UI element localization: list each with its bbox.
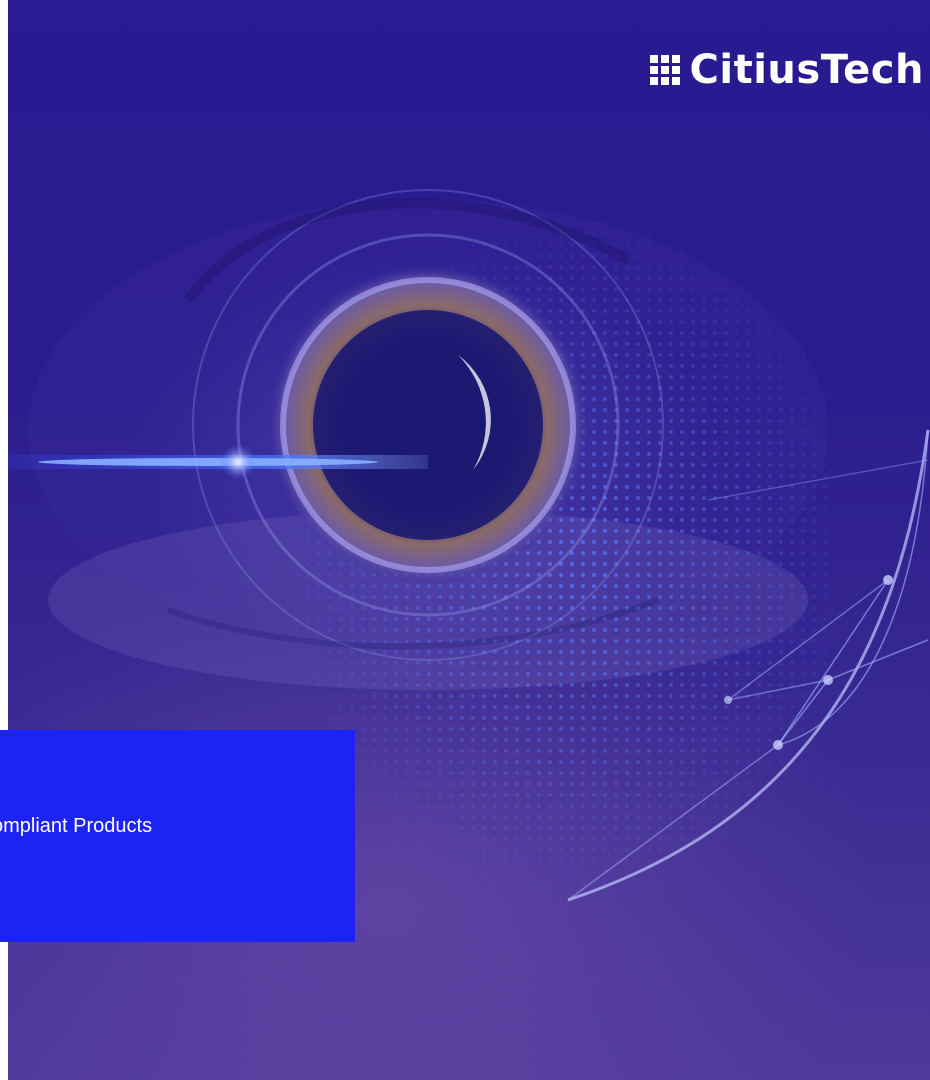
citiustech-logo: CitiusTech (649, 47, 924, 93)
title-text: ompliant Products (0, 814, 355, 838)
grid-logo-icon (649, 55, 680, 85)
title-banner: ompliant Products (0, 730, 355, 942)
document-cover: CitiusTech ompliant Products (0, 0, 930, 1080)
logo-wordmark: CitiusTech (689, 47, 924, 93)
title-text-content: ompliant Products (0, 815, 153, 837)
